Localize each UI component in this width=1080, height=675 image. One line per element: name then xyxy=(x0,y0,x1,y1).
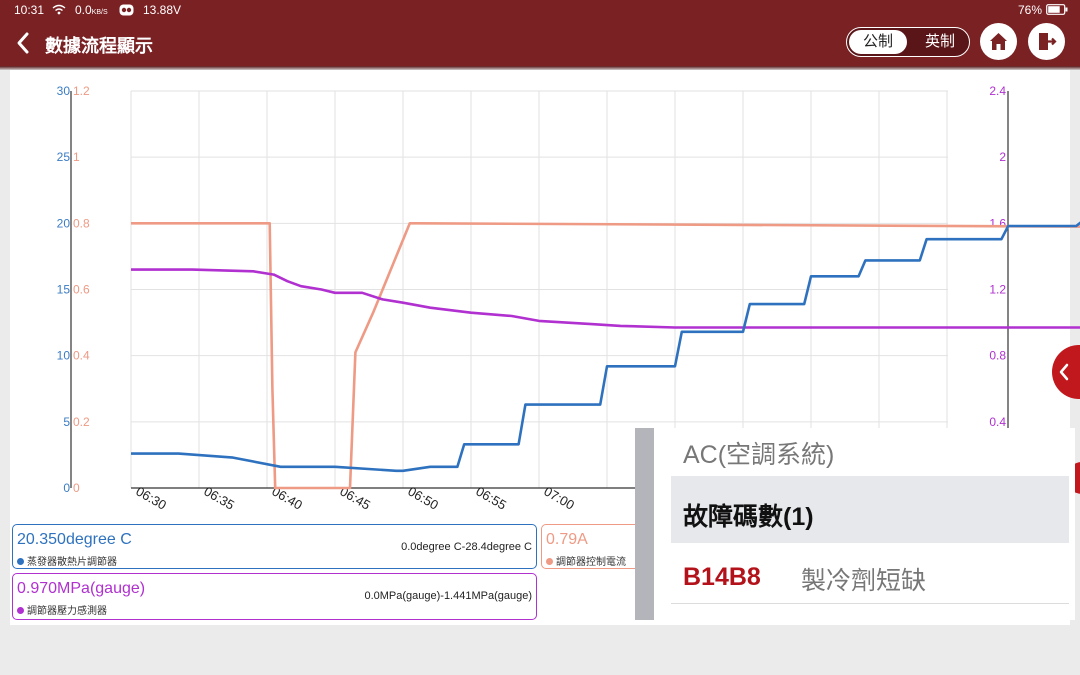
temperature-dot-icon xyxy=(17,558,24,565)
y-left-tick-label: 30 xyxy=(57,84,71,98)
current-dot-icon xyxy=(546,558,553,565)
back-arrow-icon[interactable] xyxy=(10,28,38,58)
clock: 10:31 xyxy=(14,3,45,17)
status-bar: 10:31 0.0KB/S 13.88V 76% xyxy=(0,0,1080,20)
temperature-card[interactable]: 20.350degree C 蒸發器散熱片調節器 0.0degree C-28.… xyxy=(12,524,537,569)
y-right-tick-label: 0.8 xyxy=(989,349,1006,363)
y-left2-tick-label: 1 xyxy=(73,150,80,164)
y-left-tick-label: 0 xyxy=(63,481,70,495)
fault-description: 製冷劑短缺 xyxy=(801,567,927,595)
pressure-value: 0.970MPa(gauge) xyxy=(17,580,146,597)
y-left-tick-label: 20 xyxy=(57,216,71,230)
imperial-unit-button[interactable]: 英制 xyxy=(911,28,969,56)
home-icon xyxy=(990,33,1007,50)
y-right-tick-label: 2 xyxy=(999,150,1006,164)
popup-divider xyxy=(671,603,1069,604)
y-right-tick-label: 0.4 xyxy=(989,415,1006,429)
wifi-icon xyxy=(52,4,66,15)
current-label: 調節器控制電流 xyxy=(546,553,626,568)
temperature-range: 0.0degree C-28.4degree C xyxy=(401,541,532,553)
fault-count: 故障碼數(1) xyxy=(683,503,814,531)
y-left-tick-label: 5 xyxy=(63,415,70,429)
y-left2-tick-label: 0 xyxy=(73,481,80,495)
y-left2-tick-label: 0.6 xyxy=(73,283,90,297)
network-speed: 0.0KB/S xyxy=(75,3,108,17)
y-right-tick-label: 1.6 xyxy=(989,216,1006,230)
fault-code[interactable]: B14B8 xyxy=(683,563,761,592)
fault-code-popup: AC(空調系統) 故障碼數(1) B14B8 製冷劑短缺 xyxy=(635,428,1075,620)
data-stream-screen: 10:31 0.0KB/S 13.88V 76% 數據流程顯示 公制 英制 30… xyxy=(0,0,1080,675)
pressure-range: 0.0MPa(gauge)-1.441MPa(gauge) xyxy=(364,590,532,602)
series-line-pressure xyxy=(131,268,1080,329)
app-header: 數據流程顯示 公制 英制 xyxy=(0,20,1080,66)
exit-button[interactable] xyxy=(1028,23,1065,60)
y-left2-tick-label: 0.8 xyxy=(73,216,90,230)
home-button[interactable] xyxy=(980,23,1017,60)
temperature-label: 蒸發器散熱片調節器 xyxy=(17,553,117,568)
page-title: 數據流程顯示 xyxy=(45,36,153,56)
system-name: AC(空調系統) xyxy=(683,441,835,469)
y-left-tick-label: 15 xyxy=(57,283,71,297)
vci-link-icon xyxy=(119,4,134,16)
metric-unit-button[interactable]: 公制 xyxy=(849,30,907,54)
y-right-tick-label: 2.4 xyxy=(989,84,1006,98)
popup-scrollbar[interactable] xyxy=(635,428,654,620)
exit-icon xyxy=(1039,33,1057,50)
pressure-dot-icon xyxy=(17,607,24,614)
y-left2-tick-label: 1.2 xyxy=(73,84,90,98)
y-left-tick-label: 25 xyxy=(57,150,71,164)
y-left2-tick-label: 0.2 xyxy=(73,415,90,429)
battery-voltage: 13.88V xyxy=(143,3,182,17)
pressure-label: 調節器壓力感測器 xyxy=(17,602,107,617)
pressure-card[interactable]: 0.970MPa(gauge) 調節器壓力感測器 0.0MPa(gauge)-1… xyxy=(12,573,537,620)
chevron-left-icon xyxy=(1059,363,1069,381)
current-value: 0.79A xyxy=(546,531,588,548)
y-right-tick-label: 1.2 xyxy=(989,283,1006,297)
battery-percent: 76% xyxy=(1018,3,1043,17)
y-left2-tick-label: 0.4 xyxy=(73,349,90,363)
battery-icon xyxy=(1046,4,1068,15)
temperature-value: 20.350degree C xyxy=(17,531,132,548)
current-card[interactable]: 0.79A 調節器控制電流 xyxy=(541,524,641,569)
y-left-tick-label: 10 xyxy=(57,349,71,363)
unit-toggle[interactable]: 公制 英制 xyxy=(846,27,970,57)
